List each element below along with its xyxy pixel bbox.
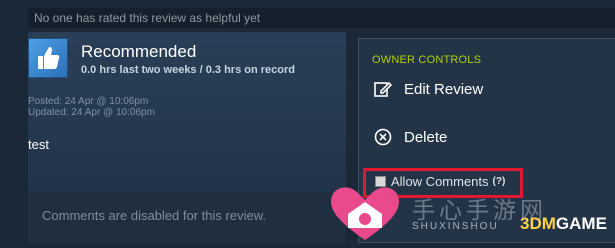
updated-date: Updated: 24 Apr @ 10:06pm [28, 107, 155, 118]
delete-label: Delete [404, 128, 448, 146]
playtime-hours: 0.0 hrs last two weeks / 0.3 hrs on reco… [81, 64, 295, 76]
thumbs-up-icon [28, 38, 68, 78]
watermark-brand: 3DMGAME [520, 214, 607, 234]
posted-date: Posted: 24 Apr @ 10:06pm [28, 96, 149, 107]
edit-review-label: Edit Review [404, 80, 484, 98]
helpful-status: No one has rated this review as helpful … [28, 8, 615, 28]
edit-icon [372, 78, 394, 100]
comments-disabled-notice: Comments are disabled for this review. [42, 208, 266, 223]
watermark-logo-icon [326, 180, 404, 243]
allow-comments-label: Allow Comments [391, 174, 489, 189]
delete-icon [372, 126, 394, 148]
owner-controls-heading: OWNER CONTROLS [372, 54, 482, 66]
edit-review-button[interactable]: Edit Review [372, 76, 483, 102]
watermark-brand-prefix: 3DM [520, 214, 556, 233]
delete-button[interactable]: Delete [372, 124, 447, 150]
watermark-subtext: SHUXINSHOU [412, 221, 499, 232]
watermark-brand-suffix: GAME [555, 214, 607, 233]
review-verdict: Recommended [81, 42, 197, 61]
help-icon[interactable]: (?) [493, 176, 506, 187]
review-body: test [28, 137, 49, 152]
